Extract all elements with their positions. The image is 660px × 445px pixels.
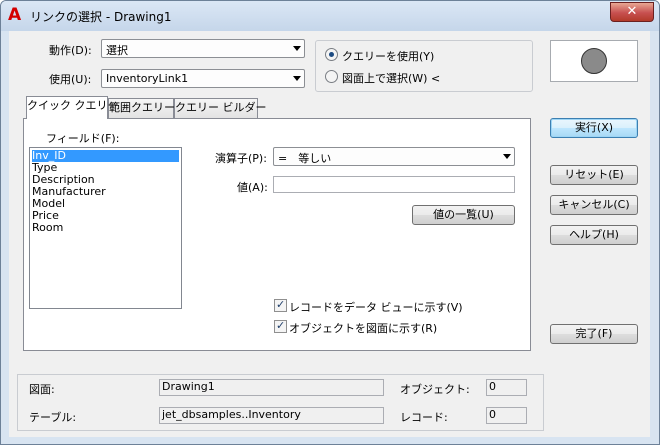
use-label: 使用(U): [49, 73, 92, 86]
drawing-value: Drawing1 [159, 379, 384, 396]
cancel-button[interactable]: キャンセル(C) [550, 195, 638, 215]
table-label: テーブル: [29, 411, 77, 424]
use-query-label[interactable]: クエリーを使用(Y) [342, 48, 434, 64]
status-panel: 図面: Drawing1 オブジェクト: 0 テーブル: jet_dbsampl… [17, 374, 544, 431]
use-query-radio[interactable] [325, 48, 338, 61]
execute-button[interactable]: 実行(X) [550, 118, 638, 138]
window-title: リンクの選択 - Drawing1 [30, 10, 172, 24]
record-label: レコード: [400, 411, 448, 424]
show-records-label[interactable]: レコードをデータ ビューに示す(V) [289, 299, 463, 315]
autocad-logo-icon: A [8, 5, 22, 25]
operator-combo[interactable]: = 等しい [273, 147, 515, 166]
action-combo[interactable]: 選択 [101, 39, 305, 58]
done-button[interactable]: 完了(F) [550, 324, 638, 344]
field-label: フィールド(F): [46, 132, 120, 145]
record-value: 0 [486, 407, 527, 424]
drawing-label: 図面: [29, 383, 55, 396]
list-item[interactable]: Room [32, 222, 63, 234]
select-in-drawing-radio[interactable] [325, 70, 338, 83]
tab-query-builder[interactable]: クエリー ビルダー [174, 98, 267, 118]
show-objects-label[interactable]: オブジェクトを図面に示す(R) [289, 320, 437, 336]
operator-value: = 等しい [278, 152, 332, 165]
object-label: オブジェクト: [400, 383, 470, 396]
close-button[interactable]: ✕ [610, 2, 654, 22]
value-input[interactable] [273, 176, 515, 193]
mode-group: クエリーを使用(Y) 図面上で選択(W) < [315, 40, 533, 92]
operator-label: 演算子(P): [215, 152, 267, 165]
circle-preview-icon [581, 48, 607, 74]
action-label: 動作(D): [49, 44, 92, 57]
value-label: 値(A): [237, 181, 268, 194]
tab-quick-query[interactable]: クイック クエリー [26, 96, 119, 119]
title-bar[interactable]: A リンクの選択 - Drawing1 ✕ [1, 1, 659, 31]
value-list-button[interactable]: 値の一覧(U) [412, 205, 515, 225]
show-objects-checkbox[interactable] [274, 319, 287, 333]
use-combo[interactable]: InventoryLink1 [101, 69, 305, 88]
chevron-down-icon [293, 46, 301, 51]
show-records-checkbox[interactable] [274, 298, 287, 312]
chevron-down-icon [293, 76, 301, 81]
reset-button[interactable]: リセット(E) [550, 165, 638, 185]
object-value: 0 [486, 379, 527, 396]
select-link-dialog: A リンクの選択 - Drawing1 ✕ 動作(D): 選択 使用(U): I… [0, 0, 660, 445]
field-listbox[interactable]: Inv_ID Type Description Manufacturer Mod… [29, 147, 182, 309]
chevron-down-icon [503, 154, 511, 159]
table-value: jet_dbsamples..Inventory [159, 407, 384, 424]
select-in-drawing-label[interactable]: 図面上で選択(W) < [342, 70, 440, 86]
use-value: InventoryLink1 [106, 72, 189, 85]
dialog-body: 動作(D): 選択 使用(U): InventoryLink1 クエリーを使用(… [9, 31, 650, 437]
preview-box [550, 40, 638, 82]
help-button[interactable]: ヘルプ(H) [550, 225, 638, 245]
action-value: 選択 [106, 44, 128, 57]
